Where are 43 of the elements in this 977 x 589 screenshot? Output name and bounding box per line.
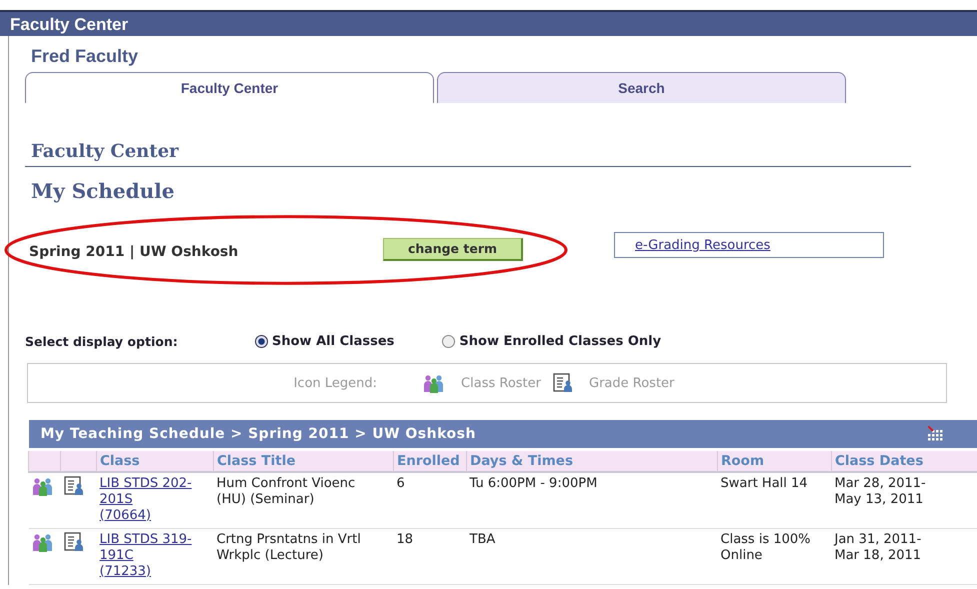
table-cell-text: Hum Confront Vioenc (HU) (Seminar) xyxy=(216,476,356,508)
table-cell-text: Class is 100% Online xyxy=(720,532,812,564)
column-header: Days & Times xyxy=(466,449,718,472)
user-name: Fred Faculty xyxy=(30,45,140,66)
column-header: Class xyxy=(96,449,214,472)
table-cell-text: Mar 28, 2011- May 13, 2011 xyxy=(834,476,927,508)
column-header: Room xyxy=(718,449,832,472)
document-person-icon[interactable] xyxy=(64,532,84,552)
legend-item: Grade Roster xyxy=(589,376,674,390)
tab[interactable]: Search xyxy=(437,72,846,103)
resources-link[interactable]: e-Grading Resources xyxy=(635,238,770,252)
table-cell-text: Swart Hall 14 xyxy=(720,476,809,492)
people-icon xyxy=(423,373,446,393)
section-heading: Faculty Center xyxy=(25,103,911,167)
term-label: Spring 2011 | UW Oshkosh xyxy=(29,244,240,260)
column-header: Class Dates xyxy=(832,449,977,472)
document-person-icon[interactable] xyxy=(64,476,84,496)
radio-button[interactable] xyxy=(442,334,456,348)
radio-button[interactable] xyxy=(255,334,268,348)
class-link[interactable]: LIB STDS 319-191C (71233) xyxy=(100,532,210,580)
table-cell-text: Crtng Prsntatns in Vrtl Wrkplc (Lecture) xyxy=(216,532,362,564)
tab[interactable]: Faculty Center xyxy=(25,72,434,103)
table-cell-text: 18 xyxy=(396,532,414,548)
page-heading: My Schedule xyxy=(30,178,176,203)
column-header: Enrolled xyxy=(394,449,466,472)
radio-label: Show All Classes xyxy=(272,334,394,348)
table-cell-text: Jan 31, 2011- Mar 18, 2011 xyxy=(834,532,922,564)
grid-icon[interactable] xyxy=(928,426,944,442)
display-option-label: Select display option: xyxy=(25,334,179,348)
window-title: Faculty Center xyxy=(0,10,977,36)
column-header: Class Title xyxy=(214,449,394,472)
table-cell-text: TBA xyxy=(470,532,496,548)
legend-item: Class Roster xyxy=(461,376,541,390)
document-person-icon xyxy=(553,373,573,393)
people-icon[interactable] xyxy=(32,476,54,496)
grid-title: My Teaching Schedule > Spring 2011 > UW Oshkosh xyxy=(40,426,476,442)
radio-label: Show Enrolled Classes Only xyxy=(459,334,662,348)
legend-label: Icon Legend: xyxy=(294,376,378,390)
change-term-button[interactable]: change term xyxy=(383,238,523,260)
class-link[interactable]: LIB STDS 202-201S (70664) xyxy=(100,476,210,524)
people-icon[interactable] xyxy=(32,532,54,552)
table-cell-text: Tu 6:00PM - 9:00PM xyxy=(470,476,598,492)
table-cell-text: 6 xyxy=(396,476,406,492)
